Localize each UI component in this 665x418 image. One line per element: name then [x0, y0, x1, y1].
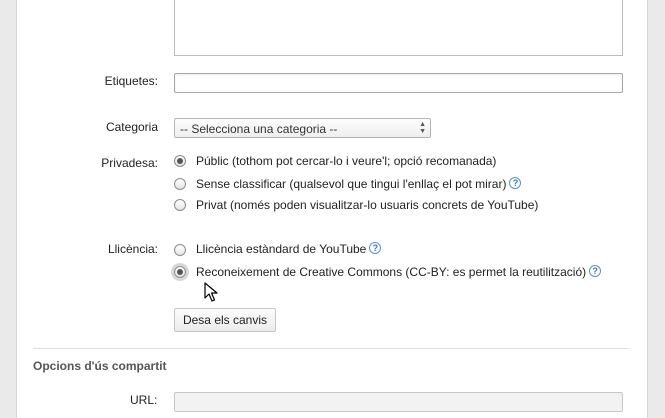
privacy-label: Privadesa:: [101, 156, 158, 170]
help-icon[interactable]: ?: [589, 265, 602, 277]
save-changes-button[interactable]: Desa els canvis: [174, 308, 276, 332]
help-icon[interactable]: ?: [509, 177, 522, 189]
category-select[interactable]: -- Selecciona una categoria -- ▲ ▼: [174, 118, 431, 138]
license-standard-label[interactable]: Llicència estàndard de YouTube?: [196, 242, 382, 256]
tags-input[interactable]: [174, 73, 623, 93]
license-cc-radio[interactable]: [174, 266, 186, 278]
license-cc-label[interactable]: Reconeixement de Creative Commons (CC-BY…: [196, 265, 602, 279]
privacy-private-label[interactable]: Privat (només poden visualitzar-lo usuar…: [196, 198, 538, 212]
privacy-private-radio[interactable]: [174, 199, 186, 211]
privacy-public-label[interactable]: Públic (tothom pot cercar-lo i veure'l; …: [196, 154, 496, 168]
tags-label: Etiquetes:: [104, 74, 158, 88]
shared-options-heading: Opcions d'ús compartit: [33, 359, 167, 373]
privacy-public-radio[interactable]: [174, 155, 186, 167]
license-standard-radio[interactable]: [174, 244, 186, 256]
privacy-unlisted-label[interactable]: Sense classificar (qualsevol que tingui …: [196, 177, 522, 191]
url-label: URL:: [130, 393, 158, 407]
select-arrows-icon: ▲ ▼: [419, 121, 426, 135]
section-divider: [33, 348, 629, 349]
mouse-cursor-icon: [204, 282, 218, 305]
help-icon[interactable]: ?: [369, 242, 382, 254]
url-input[interactable]: [174, 392, 623, 412]
category-label: Categoria: [105, 120, 158, 134]
license-label: Llicència:: [107, 242, 158, 256]
description-textarea[interactable]: [174, 0, 623, 56]
category-select-value: -- Selecciona una categoria --: [180, 122, 338, 136]
privacy-unlisted-radio[interactable]: [174, 178, 186, 190]
